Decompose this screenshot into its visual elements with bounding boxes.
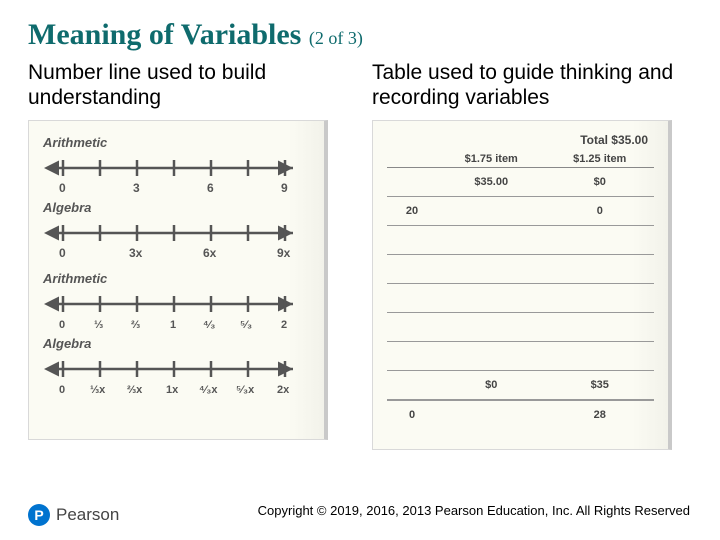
tick: 0 [59,384,65,396]
table-panel: Total $35.00 $1.75 item $1.25 item $35.0… [372,120,672,450]
data-table: Total $35.00 $1.75 item $1.25 item $35.0… [387,131,654,429]
cell: 0 [546,205,655,217]
tick: 1 [170,319,176,331]
table-row: $35.00 $0 [387,168,654,197]
page-title: Meaning of Variables (2 of 3) [28,18,692,52]
tick: ⅔x [127,384,143,396]
title-text: Meaning of Variables [28,18,301,51]
right-column: Table used to guide thinking and recordi… [372,60,692,450]
col-head-1: $1.75 item [437,153,546,167]
numberline-panel: Arithmetic 0 3 6 9 [28,120,328,440]
tick: 3 [133,181,140,195]
table-total: Total $35.00 [387,131,654,153]
label-algebra-2: Algebra [43,336,310,351]
tick: 0 [59,181,66,195]
tick: ⁵⁄₃x [236,384,255,396]
tick: ⁵⁄₃ [240,319,252,331]
cell: 28 [546,409,655,421]
columns: Number line used to build understanding … [28,60,692,450]
table-row [387,255,654,284]
cell: $35 [546,379,655,391]
tick: 6x [203,246,217,260]
tick: ⁴⁄₃x [199,384,218,396]
cell: $35.00 [437,176,546,188]
logo-text: Pearson [56,505,119,525]
tick: ⁴⁄₃ [203,319,215,331]
table-row: $0 $35 [387,371,654,400]
right-header: Table used to guide thinking and recordi… [372,60,692,110]
label-arithmetic-2: Arithmetic [43,271,310,286]
cell: 0 [387,409,437,421]
tick: 1x [166,384,179,396]
table-row [387,342,654,371]
tick: 2x [277,384,290,396]
tick: 2 [281,319,287,331]
title-sub: (2 of 3) [309,28,363,48]
left-header: Number line used to build understanding [28,60,348,110]
copyright: Copyright © 2019, 2016, 2013 Pearson Edu… [258,503,690,518]
tick: 3x [129,246,143,260]
brand-logo: P Pearson [28,504,119,526]
tick: 6 [207,181,214,195]
cell: 20 [387,205,437,217]
left-column: Number line used to build understanding … [28,60,348,450]
cell: $0 [546,176,655,188]
tick: ⅔ [131,319,140,331]
numberline-arith-1: 0 3 6 9 [43,152,303,196]
tick: ⅓ [94,319,103,331]
tick: ⅓x [90,384,106,396]
table-foot-row: 0 28 [387,400,654,429]
logo-icon: P [28,504,50,526]
numberline-alg-2: 0 ⅓x ⅔x 1x ⁴⁄₃x ⁵⁄₃x 2x [43,353,303,397]
cell: $0 [437,379,546,391]
tick: 0 [59,319,65,331]
label-arithmetic-1: Arithmetic [43,135,310,150]
label-algebra-1: Algebra [43,200,310,215]
col-head-2: $1.25 item [546,153,655,167]
numberline-arith-2: 0 ⅓ ⅔ 1 ⁴⁄₃ ⁵⁄₃ 2 [43,288,303,332]
table-row [387,284,654,313]
tick: 9 [281,181,288,195]
table-header: $1.75 item $1.25 item [387,153,654,168]
numberline-alg-1: 0 3x 6x 9x [43,217,303,261]
table-row [387,226,654,255]
table-row: 20 0 [387,197,654,226]
tick: 0 [59,246,66,260]
table-row [387,313,654,342]
tick: 9x [277,246,291,260]
